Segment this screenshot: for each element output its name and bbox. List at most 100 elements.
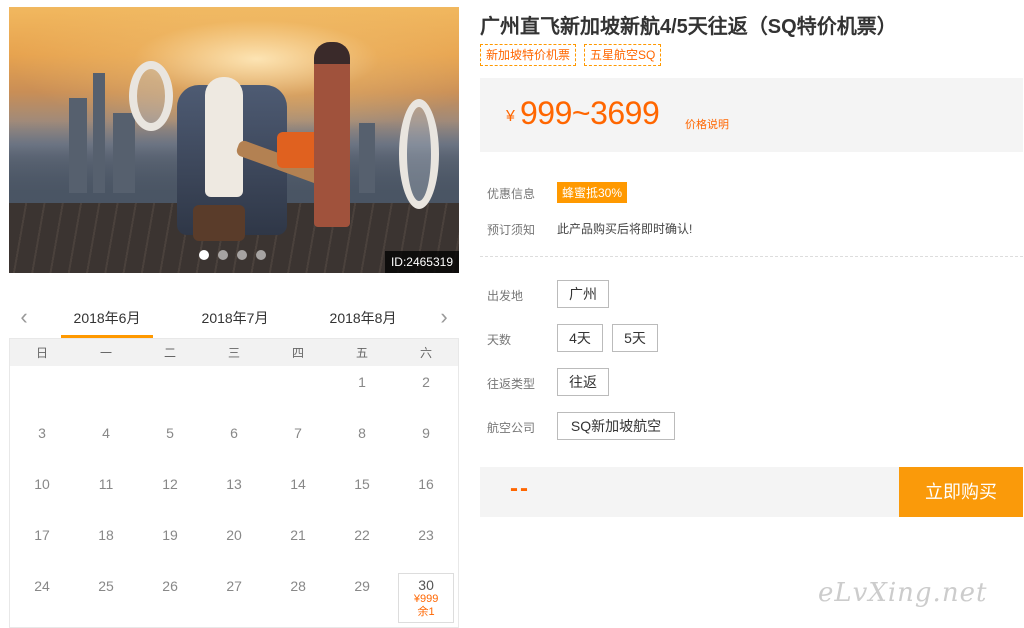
calendar-day-number: 3 [38, 425, 46, 441]
slide-dot[interactable] [218, 250, 228, 260]
seated-passenger [205, 77, 243, 197]
day-stock: 余1 [417, 606, 435, 618]
calendar-day-number: 16 [418, 476, 434, 492]
product-hero-image[interactable]: ID:2465319 [9, 7, 459, 273]
calendar-day-number: 5 [166, 425, 174, 441]
calendar-day[interactable]: 17 [10, 519, 74, 570]
airline-option[interactable]: SQ新加坡航空 [557, 412, 675, 440]
building [359, 123, 375, 193]
weekday-label: 一 [99, 346, 112, 360]
weekday-label: 四 [291, 346, 304, 360]
building [113, 113, 135, 193]
building [93, 73, 105, 193]
calendar-day[interactable]: 18 [74, 519, 138, 570]
month-tab[interactable]: 2018年8月 [317, 306, 409, 338]
calendar-day [10, 366, 74, 417]
calendar-day[interactable]: 20 [202, 519, 266, 570]
calendar-day-number [74, 366, 138, 374]
calendar-day-number: 12 [162, 476, 178, 492]
calendar-day[interactable]: 15 [330, 468, 394, 519]
calendar-day[interactable]: 23 [394, 519, 458, 570]
flight-attendant [314, 42, 350, 227]
calendar-day[interactable]: 29 [330, 570, 394, 621]
calendar-day-number: 23 [418, 527, 434, 543]
calendar-day[interactable]: 25 [74, 570, 138, 621]
days-option[interactable]: 5天 [612, 324, 658, 352]
calendar-day [74, 366, 138, 417]
calendar-day[interactable]: 24 [10, 570, 74, 621]
weekday-label: 二 [163, 346, 176, 360]
calendar-day[interactable]: 27 [202, 570, 266, 621]
currency-symbol: ¥ [506, 108, 515, 125]
calendar-day[interactable]: 2 [394, 366, 458, 417]
calendar-day[interactable]: 28 [266, 570, 330, 621]
calendar-day-number: 14 [290, 476, 306, 492]
calendar-day[interactable]: 13 [202, 468, 266, 519]
calendar-day[interactable]: 19 [138, 519, 202, 570]
calendar-day-number: 20 [226, 527, 242, 543]
calendar-day[interactable]: 12 [138, 468, 202, 519]
calendar-day[interactable]: 1 [330, 366, 394, 417]
product-tag[interactable]: 新加坡特价机票 [480, 44, 577, 66]
calendar-day [202, 366, 266, 417]
calendar-day[interactable]: 5 [138, 417, 202, 468]
trip-type-label: 往返类型 [487, 377, 536, 391]
notice-label: 预订须知 [487, 223, 536, 237]
building [69, 98, 87, 193]
weekday-label: 六 [419, 346, 432, 360]
calendar-day[interactable]: 7 [266, 417, 330, 468]
calendar-day-available[interactable]: 30 ¥999 余1 [398, 573, 454, 623]
days-option[interactable]: 4天 [557, 324, 603, 352]
calendar-day[interactable]: 4 [74, 417, 138, 468]
window-ring-left [129, 61, 173, 131]
calendar-day-number: 10 [34, 476, 50, 492]
month-tab[interactable]: 2018年6月 [61, 306, 153, 338]
price-explanation-link[interactable]: 价格说明 [685, 116, 729, 132]
calendar-day-number: 15 [354, 476, 370, 492]
product-page: ID:2465319 ‹ 2018年6月 2018年7月 2018年8月 › 日… [0, 0, 1024, 628]
month-tab[interactable]: 2018年7月 [189, 306, 281, 338]
trip-type-option[interactable]: 往返 [557, 368, 609, 396]
product-tag[interactable]: 五星航空SQ [584, 44, 662, 66]
calendar-day-number: 21 [290, 527, 306, 543]
calendar-day-number: 17 [34, 527, 50, 543]
weekday-label: 三 [227, 346, 240, 360]
calendar-day-number: 27 [226, 578, 242, 594]
airline-label: 航空公司 [487, 421, 536, 435]
calendar-week-row: 24 25 26 27 28 29 30 ¥999 余1 [10, 570, 458, 623]
calendar-day[interactable]: 26 [138, 570, 202, 621]
slide-dot[interactable] [199, 250, 209, 260]
origin-option[interactable]: 广州 [557, 280, 609, 308]
price-box: ¥ 999~3699 价格说明 [480, 78, 1023, 152]
origin-label: 出发地 [487, 289, 524, 303]
calendar-day[interactable]: 16 [394, 468, 458, 519]
calendar-day-number [266, 366, 330, 374]
calendar-day[interactable]: 9 [394, 417, 458, 468]
calendar-day-number: 13 [226, 476, 242, 492]
calendar-day[interactable]: 22 [330, 519, 394, 570]
slide-dot[interactable] [256, 250, 266, 260]
calendar-day [138, 366, 202, 417]
days-label: 天数 [487, 333, 512, 347]
price-range: 999~3699 [520, 95, 660, 131]
product-title: 广州直飞新加坡新航4/5天往返（SQ特价机票） [480, 16, 897, 38]
calendar-week-row: 10 11 12 13 14 15 16 [10, 468, 458, 519]
chevron-right-icon[interactable]: › [433, 304, 455, 330]
calendar-day[interactable]: 14 [266, 468, 330, 519]
weekday-label: 五 [355, 346, 368, 360]
slide-dot[interactable] [237, 250, 247, 260]
calendar-day[interactable]: 6 [202, 417, 266, 468]
total-price: -- [510, 475, 530, 502]
calendar-day[interactable]: 21 [266, 519, 330, 570]
chevron-left-icon[interactable]: ‹ [13, 304, 35, 330]
promo-badge: 蜂蜜抵30% [557, 182, 628, 203]
calendar-day-number: 6 [230, 425, 238, 441]
calendar-day[interactable]: 10 [10, 468, 74, 519]
calendar-day[interactable]: 8 [330, 417, 394, 468]
calendar-day[interactable]: 3 [10, 417, 74, 468]
calendar-grid: 1 2 3 4 5 6 7 8 9 10 11 12 13 14 15 16 17 18 19 20 21 22 23 24 2… [9, 366, 459, 628]
buy-now-button[interactable]: 立即购买 [899, 467, 1023, 517]
handbag [193, 205, 245, 241]
calendar-day[interactable]: 11 [74, 468, 138, 519]
weekday-header: 日 一 二 三 四 五 六 [9, 338, 459, 366]
